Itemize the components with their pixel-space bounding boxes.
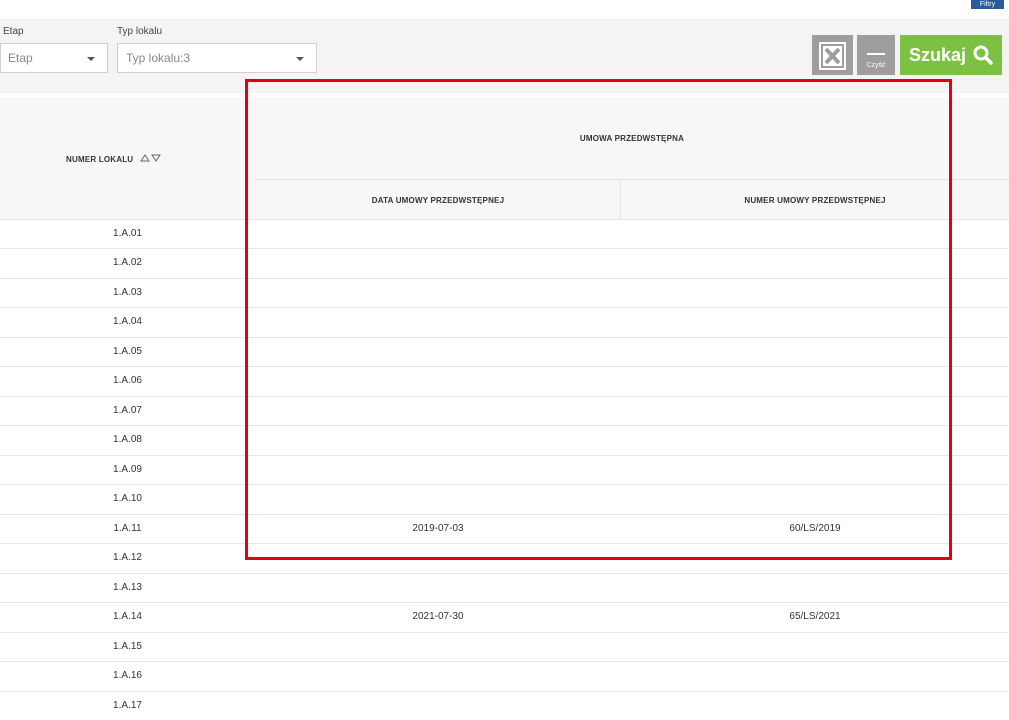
table-row[interactable]: 1.A.16: [0, 661, 1009, 690]
cell-data-umowy: [255, 662, 621, 690]
search-icon: [973, 45, 993, 65]
cell-numer-umowy: [621, 426, 1009, 454]
cell-numer-umowy: [621, 633, 1009, 661]
cell-numer-umowy: [621, 279, 1009, 307]
etap-select[interactable]: Etap: [0, 43, 108, 73]
cell-numer-lokalu: 1.A.03: [113, 287, 142, 298]
group-header-umowa-przedwstepna: UMOWA PRZEDWSTĘPNA: [579, 134, 685, 143]
cell-numer-lokalu: 1.A.04: [113, 316, 142, 327]
cell-numer-lokalu: 1.A.15: [113, 641, 142, 652]
table-row[interactable]: 1.A.11 2019-07-03 60/LS/2019: [0, 514, 1009, 543]
header-divider: [255, 179, 1009, 180]
excel-icon: [819, 42, 846, 70]
cell-numer-umowy: [621, 397, 1009, 425]
cell-data-umowy: [255, 485, 621, 513]
cell-data-umowy: [255, 220, 621, 248]
typ-lokalu-label: Typ lokalu: [117, 26, 163, 37]
table-row[interactable]: 1.A.12: [0, 543, 1009, 572]
cell-numer-umowy: [621, 574, 1009, 602]
clear-button[interactable]: Czyść: [857, 35, 895, 75]
cell-numer-umowy: [621, 456, 1009, 484]
cell-data-umowy: [255, 279, 621, 307]
etap-label: Etap: [3, 26, 24, 37]
cell-numer-lokalu: 1.A.13: [113, 582, 142, 593]
cell-numer-lokalu: 1.A.10: [113, 493, 142, 504]
cell-data-umowy: [255, 338, 621, 366]
cell-numer-umowy: [621, 338, 1009, 366]
chevron-down-icon: [87, 57, 95, 61]
table-row[interactable]: 1.A.14 2021-07-30 65/LS/2021: [0, 602, 1009, 631]
table-row[interactable]: 1.A.15: [0, 632, 1009, 661]
cell-numer-umowy: [621, 367, 1009, 395]
table-row[interactable]: 1.A.04: [0, 307, 1009, 336]
table-row[interactable]: 1.A.08: [0, 425, 1009, 454]
table-row[interactable]: 1.A.01: [0, 219, 1009, 248]
cell-numer-umowy: [621, 220, 1009, 248]
cell-numer-lokalu: 1.A.16: [113, 670, 142, 681]
cell-data-umowy: [255, 308, 621, 336]
cell-numer-lokalu: 1.A.08: [113, 434, 142, 445]
cell-numer-lokalu: 1.A.05: [113, 346, 142, 357]
cell-numer-lokalu: 1.A.11: [113, 523, 142, 534]
cell-numer-umowy: [621, 662, 1009, 690]
table-row[interactable]: 1.A.03: [0, 278, 1009, 307]
table-row[interactable]: 1.A.07: [0, 396, 1009, 425]
table-row[interactable]: 1.A.09: [0, 455, 1009, 484]
column-header-numer-umowy[interactable]: NUMER UMOWY PRZEDWSTĘPNEJ: [621, 196, 1009, 205]
table-row[interactable]: 1.A.06: [0, 366, 1009, 395]
typ-lokalu-select-value: Typ lokalu:3: [126, 51, 191, 65]
cell-numer-umowy: [621, 485, 1009, 513]
cell-data-umowy: [255, 633, 621, 661]
cell-numer-lokalu: 1.A.12: [113, 552, 142, 563]
cell-data-umowy: 2021-07-30: [412, 611, 464, 622]
cell-numer-umowy: 65/LS/2021: [789, 611, 841, 622]
cell-numer-lokalu: 1.A.09: [113, 464, 142, 475]
cell-numer-lokalu: 1.A.07: [113, 405, 142, 416]
cell-numer-lokalu: 1.A.14: [113, 611, 142, 622]
cell-data-umowy: [255, 544, 621, 572]
clear-label: Czyść: [866, 62, 886, 69]
export-excel-button[interactable]: [812, 35, 853, 75]
filtry-tab[interactable]: Filtry: [971, 0, 1004, 9]
cell-numer-umowy: [621, 544, 1009, 572]
chevron-down-icon: [296, 57, 304, 61]
cell-data-umowy: [255, 426, 621, 454]
column-header-data-umowy[interactable]: DATA UMOWY PRZEDWSTĘPNEJ: [255, 196, 621, 205]
cell-data-umowy: [255, 367, 621, 395]
etap-select-value: Etap: [8, 51, 33, 65]
cell-numer-lokalu: 1.A.01: [113, 228, 142, 239]
table-row[interactable]: 1.A.17: [0, 691, 1009, 716]
cell-numer-umowy: [621, 308, 1009, 336]
cell-data-umowy: [255, 397, 621, 425]
table-row[interactable]: 1.A.10: [0, 484, 1009, 513]
table-row[interactable]: 1.A.02: [0, 248, 1009, 277]
table-row[interactable]: 1.A.05: [0, 337, 1009, 366]
minus-icon: [867, 53, 885, 55]
numer-lokalu-header-label: NUMER LOKALU: [66, 155, 134, 164]
cell-data-umowy: 2019-07-03: [412, 523, 464, 534]
cell-numer-umowy: [621, 249, 1009, 277]
search-button[interactable]: Szukaj: [900, 35, 1002, 75]
table-row[interactable]: 1.A.13: [0, 573, 1009, 602]
cell-numer-lokalu: 1.A.06: [113, 375, 142, 386]
cell-data-umowy: [255, 456, 621, 484]
cell-data-umowy: [255, 574, 621, 602]
search-label: Szukaj: [909, 45, 967, 65]
column-header-numer-lokalu[interactable]: NUMER LOKALU: [66, 154, 162, 164]
sort-icon[interactable]: [139, 154, 162, 162]
cell-data-umowy: [255, 249, 621, 277]
cell-numer-umowy: 60/LS/2019: [789, 523, 841, 534]
cell-numer-lokalu: 1.A.02: [113, 257, 142, 268]
typ-lokalu-select[interactable]: Typ lokalu:3: [117, 43, 317, 73]
